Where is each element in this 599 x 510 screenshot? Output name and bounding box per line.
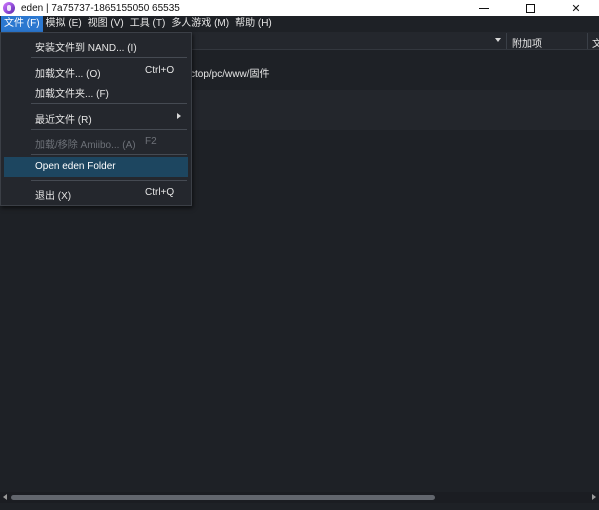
menu-item-recent-files[interactable]: 最近文件 (R) [1, 107, 191, 127]
scroll-right-icon[interactable] [592, 494, 596, 500]
menu-separator [31, 57, 187, 58]
menu-multiplayer[interactable]: 多人游戏 (M) [168, 16, 232, 32]
menu-item-label: 加载文件夹... (F) [35, 89, 109, 100]
menu-separator [31, 180, 187, 181]
close-button[interactable]: ✕ [553, 0, 599, 16]
menu-emulation[interactable]: 模拟 (E) [43, 16, 85, 32]
menu-item-label: 退出 (X) [35, 191, 72, 202]
column-header-next[interactable]: 文 [592, 35, 599, 50]
menu-tools[interactable]: 工具 (T) [127, 16, 169, 32]
menu-item-load-file[interactable]: 加载文件... (O) Ctrl+O [1, 61, 191, 81]
menu-item-label: 加载文件... (O) [35, 69, 101, 80]
submenu-arrow-icon [177, 113, 181, 119]
status-bar [0, 503, 599, 510]
eden-app-icon [3, 2, 15, 14]
sort-down-icon[interactable] [495, 38, 501, 42]
menu-item-open-eden-folder[interactable]: Open eden Folder [4, 157, 188, 177]
menu-file[interactable]: 文件 (F) [1, 16, 43, 32]
menu-item-amiibo: 加载/移除 Amiibo... (A) F2 [1, 132, 191, 152]
window-title: eden | 7a75737-1865155050 65535 [21, 2, 180, 14]
menu-item-install-nand[interactable]: 安装文件到 NAND... (I) [1, 35, 191, 55]
menu-separator [31, 103, 187, 104]
menu-bar: 文件 (F) 模拟 (E) 视图 (V) 工具 (T) 多人游戏 (M) 帮助 … [0, 16, 599, 32]
menu-item-label: 最近文件 (R) [35, 115, 92, 126]
menu-item-label: 加载/移除 Amiibo... (A) [35, 140, 136, 151]
column-divider [587, 33, 588, 49]
menu-item-label: Open eden Folder [35, 161, 116, 172]
menu-separator [31, 129, 187, 130]
menu-item-shortcut: F2 [145, 136, 157, 147]
menu-help[interactable]: 帮助 (H) [232, 16, 275, 32]
menu-item-label: 安装文件到 NAND... (I) [35, 43, 137, 54]
minimize-icon [479, 7, 489, 9]
game-directory-path: ctop/pc/www/固件 [190, 69, 270, 80]
window-controls: ✕ [461, 0, 599, 16]
horizontal-scrollbar[interactable] [0, 492, 599, 503]
menu-item-shortcut: Ctrl+Q [145, 187, 175, 198]
minimize-button[interactable] [461, 0, 507, 16]
menu-separator [31, 154, 187, 155]
maximize-icon [525, 3, 535, 13]
maximize-button[interactable] [507, 0, 553, 16]
title-bar: eden | 7a75737-1865155050 65535 ✕ [0, 0, 599, 16]
column-divider [506, 33, 507, 49]
scrollbar-thumb[interactable] [11, 495, 435, 500]
menu-item-exit[interactable]: 退出 (X) Ctrl+Q [1, 183, 191, 203]
close-icon: ✕ [571, 2, 581, 15]
scroll-left-icon[interactable] [3, 494, 7, 500]
menu-item-load-folder[interactable]: 加载文件夹... (F) [1, 81, 191, 101]
column-header-addons[interactable]: 附加项 [512, 35, 542, 50]
menu-item-shortcut: Ctrl+O [145, 65, 175, 76]
file-menu-dropdown: 安装文件到 NAND... (I) 加载文件... (O) Ctrl+O 加载文… [0, 32, 192, 206]
menu-view[interactable]: 视图 (V) [85, 16, 127, 32]
